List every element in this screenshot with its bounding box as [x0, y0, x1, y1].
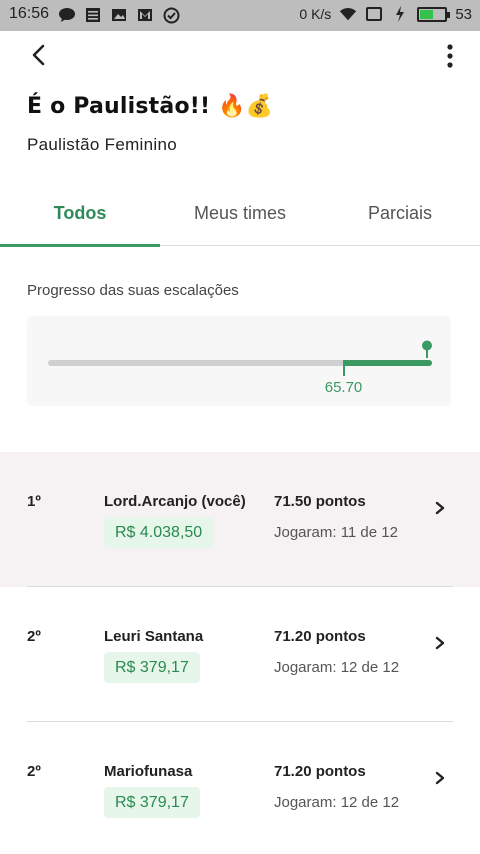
notification-icons — [58, 6, 180, 24]
status-time: 16:56 — [9, 5, 50, 22]
rank-position: 1º — [27, 493, 41, 510]
progress-label: Progresso das suas escalações — [27, 282, 239, 299]
player-points: 71.50 pontos — [274, 493, 366, 510]
rank-position: 2º — [27, 628, 41, 645]
back-button[interactable] — [24, 41, 54, 69]
ranking-list: 1º Lord.Arcanjo (você) R$ 4.038,50 71.50… — [0, 452, 480, 854]
ranking-row-1[interactable]: 1º Lord.Arcanjo (você) R$ 4.038,50 71.50… — [0, 452, 480, 587]
progress-fill — [342, 360, 432, 366]
screen-rotate-icon — [365, 5, 383, 23]
app-bar — [0, 31, 480, 79]
page-title: É o Paulistão!! 🔥💰 — [27, 94, 274, 119]
player-points: 71.20 pontos — [274, 763, 366, 780]
player-name: Mariofunasa — [104, 763, 193, 780]
battery-icon — [417, 6, 451, 22]
news-icon — [84, 6, 102, 24]
played-count: Jogaram: 12 de 12 — [274, 794, 400, 811]
image-icon — [110, 6, 128, 24]
ranking-row-3[interactable]: 2º Mariofunasa R$ 379,17 71.20 pontos Jo… — [0, 722, 480, 854]
charging-icon — [391, 5, 409, 23]
check-circle-icon — [162, 6, 180, 24]
chat-bubble-icon — [58, 6, 76, 24]
progress-value: 65.70 — [324, 379, 363, 396]
prize-badge: R$ 379,17 — [104, 787, 200, 818]
progress-track: 65.70 — [48, 340, 432, 396]
rank-position: 2º — [27, 763, 41, 780]
ranking-row-2[interactable]: 2º Leuri Santana R$ 379,17 71.20 pontos … — [0, 587, 480, 722]
progress-marker — [342, 360, 345, 376]
tab-bar: Todos Meus times Parciais — [0, 180, 480, 247]
chevron-right-icon — [435, 771, 445, 785]
more-options-button[interactable] — [438, 41, 462, 71]
progress-card: 65.70 — [27, 316, 451, 406]
gmail-icon — [136, 6, 154, 24]
chevron-right-icon — [435, 636, 445, 650]
more-vertical-icon — [447, 44, 453, 68]
chevron-right-icon — [435, 501, 445, 515]
map-pin-icon — [422, 340, 432, 358]
played-count: Jogaram: 12 de 12 — [274, 659, 400, 676]
page-subtitle: Paulistão Feminino — [27, 135, 177, 154]
prize-badge: R$ 4.038,50 — [104, 517, 214, 548]
prize-badge: R$ 379,17 — [104, 652, 200, 683]
player-points: 71.20 pontos — [274, 628, 366, 645]
network-speed: 0 K/s — [299, 6, 332, 22]
status-right: 0 K/s 53 — [299, 5, 472, 23]
status-bar: 16:56 0 K/s 53 — [0, 0, 480, 31]
battery-percent: 53 — [455, 5, 472, 23]
player-name: Leuri Santana — [104, 628, 204, 645]
tab-parciais[interactable]: Parciais — [320, 180, 480, 246]
tab-meus-times[interactable]: Meus times — [160, 180, 320, 246]
played-count: Jogaram: 11 de 12 — [274, 524, 398, 541]
tab-todos[interactable]: Todos — [0, 180, 160, 247]
player-name: Lord.Arcanjo (você) — [104, 493, 246, 510]
chevron-left-icon — [32, 44, 45, 66]
wifi-icon — [339, 5, 357, 23]
